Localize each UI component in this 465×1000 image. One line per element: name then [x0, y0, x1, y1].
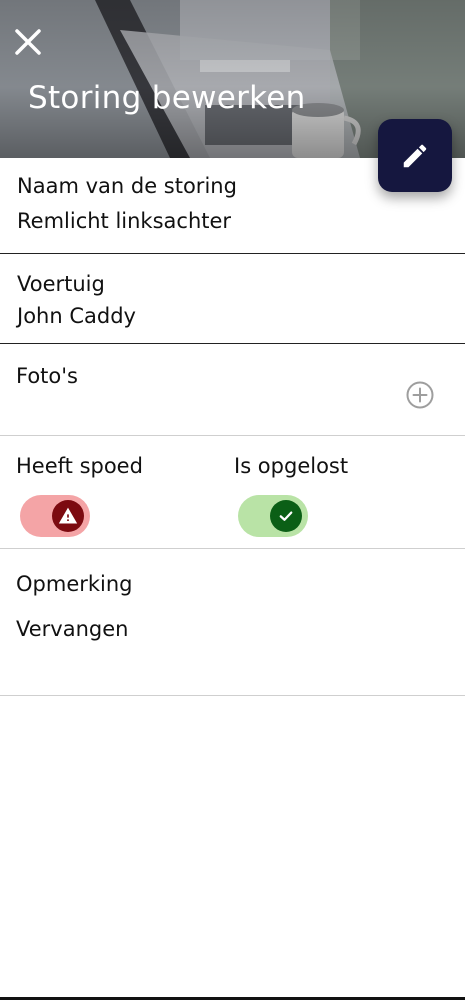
field-vehicle-label: Voertuig	[17, 272, 105, 296]
edit-button[interactable]	[378, 119, 452, 192]
warning-icon	[58, 507, 78, 524]
field-photos-label: Foto's	[16, 364, 78, 388]
resolved-toggle-knob	[270, 500, 302, 532]
field-urgent-label: Heeft spoed	[16, 454, 143, 478]
urgent-toggle[interactable]	[20, 495, 90, 537]
resolved-toggle[interactable]	[238, 495, 308, 537]
field-vehicle[interactable]: Voertuig John Caddy	[0, 254, 465, 344]
field-resolved-label: Is opgelost	[234, 454, 349, 478]
close-icon	[15, 29, 41, 55]
pencil-icon	[403, 144, 427, 167]
field-remark-label: Opmerking	[16, 572, 133, 596]
field-remark-value: Vervangen	[16, 617, 129, 641]
add-circle-icon	[406, 381, 434, 409]
urgent-toggle-knob	[52, 500, 84, 532]
field-vehicle-value: John Caddy	[17, 304, 136, 328]
page-title: Storing bewerken	[28, 80, 306, 116]
add-photo-button[interactable]	[405, 380, 435, 410]
field-photos: Foto's	[0, 344, 465, 436]
field-name-label: Naam van de storing	[17, 174, 237, 198]
close-button[interactable]	[12, 26, 44, 58]
field-remark[interactable]: Opmerking Vervangen	[0, 549, 465, 696]
field-toggles: Heeft spoed Is opgelost	[0, 436, 465, 549]
field-name-value: Remlicht linksachter	[17, 209, 232, 233]
check-icon	[279, 511, 293, 521]
